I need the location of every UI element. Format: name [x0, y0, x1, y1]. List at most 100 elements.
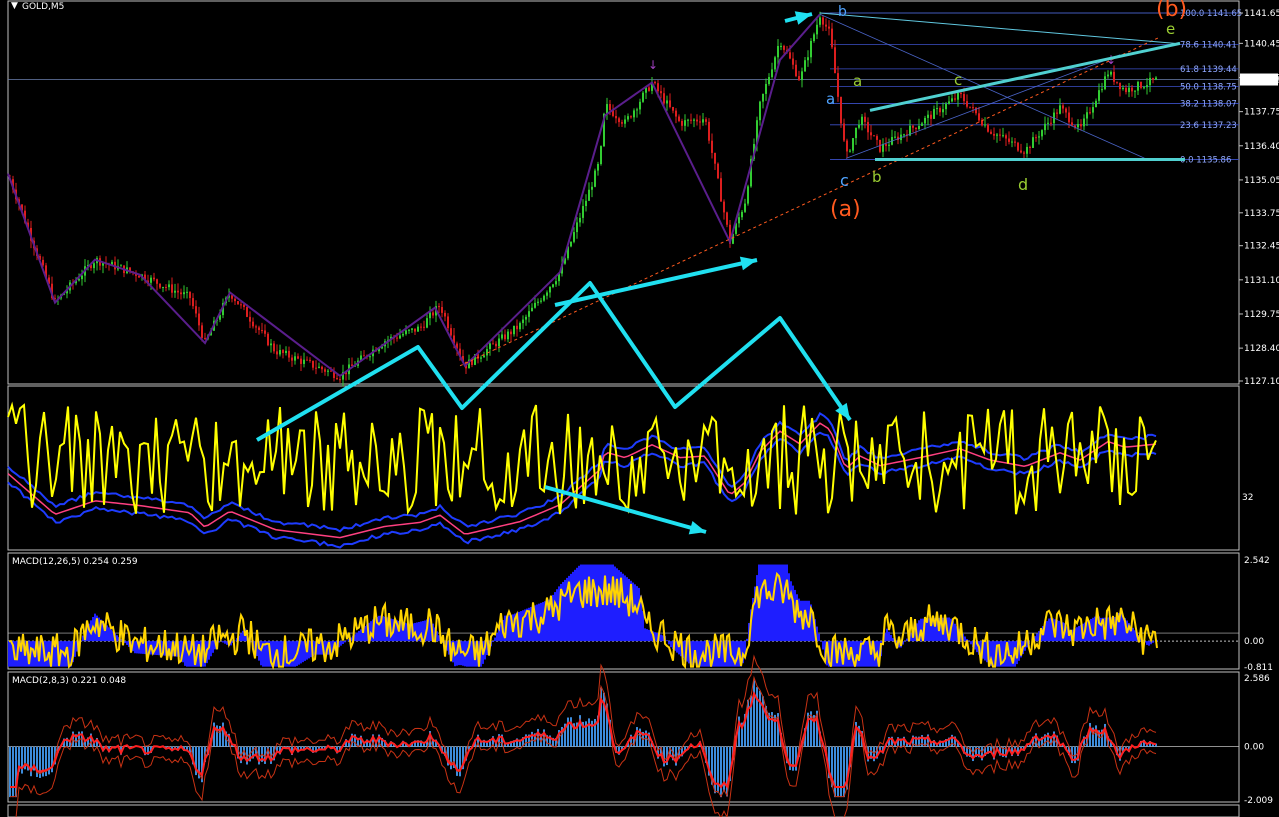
- candle-body: [963, 94, 965, 102]
- candle-body: [627, 116, 629, 120]
- candle-body: [510, 331, 512, 335]
- candle-body: [417, 326, 419, 332]
- macd-2-8-3-plot: [8, 654, 1239, 817]
- candle-body: [285, 350, 287, 354]
- candle-body: [273, 343, 275, 352]
- candle-body: [1119, 82, 1121, 90]
- candle-body: [1134, 90, 1136, 92]
- candle-body: [303, 359, 305, 364]
- candle-body: [579, 217, 581, 223]
- chart-root: ▼ GOLD,M5 100.0 1141.65 78.6 1140.41 61.8 …: [7, 0, 1279, 817]
- candle-body: [969, 106, 971, 108]
- candle-body: [591, 186, 593, 190]
- candle-body: [93, 263, 95, 269]
- candle-body: [831, 28, 833, 48]
- price-tick-label: 1140.45: [1244, 39, 1279, 49]
- candle-body: [609, 104, 611, 110]
- candle-body: [771, 69, 773, 78]
- candle-body: [1071, 122, 1073, 126]
- candle-body: [183, 292, 185, 295]
- candle-body: [369, 356, 371, 358]
- candle-body: [855, 127, 857, 139]
- candle-body: [915, 127, 917, 130]
- candle-body: [939, 108, 941, 113]
- candle-body: [174, 290, 176, 293]
- wave-label: b: [872, 168, 882, 186]
- candle-body: [873, 135, 875, 137]
- candle-body: [291, 357, 293, 361]
- candle-body: [813, 34, 815, 41]
- candle-body: [501, 334, 503, 339]
- candle-body: [525, 316, 527, 320]
- candle-body: [618, 118, 620, 123]
- candle-body: [960, 92, 962, 95]
- candle-body: [930, 114, 932, 119]
- candle-body: [186, 291, 188, 293]
- candle-body: [1056, 112, 1058, 114]
- candle-body: [723, 201, 725, 213]
- fib-level-label: 100.0 1141.65: [1180, 9, 1242, 19]
- macd2-title: MACD(2,8,3) 0.221 0.048: [12, 676, 126, 686]
- candle-body: [1092, 107, 1094, 113]
- candle-body: [861, 116, 863, 125]
- candle-body: [1029, 146, 1031, 148]
- candle-body: [78, 279, 80, 281]
- candle-body: [168, 284, 170, 288]
- candle-body: [1086, 112, 1088, 119]
- candle-body: [1032, 137, 1034, 148]
- macd1-tick-label: -0.811: [1244, 663, 1273, 673]
- candle-body: [309, 359, 311, 361]
- oscillator-tick-label: 32: [1242, 493, 1253, 503]
- candle-body: [261, 330, 263, 332]
- candles: [9, 11, 1157, 387]
- candle-body: [426, 318, 428, 328]
- wave-label: b: [838, 4, 847, 20]
- candle-body: [948, 101, 950, 104]
- candle-body: [156, 279, 158, 284]
- candle-body: [540, 300, 542, 302]
- candle-body: [720, 178, 722, 202]
- candle-body: [597, 163, 599, 171]
- candle-body: [279, 350, 281, 355]
- candle-body: [258, 327, 260, 331]
- candle-body: [585, 200, 587, 207]
- macd2-tick-label: -2.009: [1244, 796, 1273, 806]
- candle-body: [411, 328, 413, 330]
- candle-body: [636, 109, 638, 111]
- candle-body: [843, 123, 845, 141]
- candle-body: [678, 116, 680, 121]
- candle-body: [924, 117, 926, 124]
- candle-body: [1155, 77, 1157, 80]
- candle-body: [801, 71, 803, 81]
- candle-body: [396, 337, 398, 339]
- candle-body: [975, 107, 977, 114]
- candle-body: [1047, 122, 1049, 124]
- candle-body: [315, 367, 317, 369]
- candle-body: [783, 45, 785, 50]
- candle-body: [339, 379, 341, 381]
- candle-body: [243, 304, 245, 308]
- chart-title: GOLD,M5: [22, 2, 64, 12]
- dropdown-arrow-icon[interactable]: ▼: [11, 1, 18, 11]
- candle-body: [663, 93, 665, 104]
- candle-body: [252, 321, 254, 327]
- candle-body: [1095, 100, 1097, 108]
- bottom-panel-frame: [7, 804, 1240, 817]
- candle-body: [987, 124, 989, 132]
- candle-body: [576, 222, 578, 233]
- macd-12-26-5-plot: [8, 564, 1239, 670]
- candle-body: [1080, 124, 1082, 127]
- candle-body: [951, 98, 953, 102]
- price-tick-label: 1131.10: [1244, 276, 1279, 286]
- candle-body: [177, 290, 179, 293]
- candle-body: [654, 81, 656, 84]
- candle-body: [870, 132, 872, 136]
- candle-body: [840, 96, 842, 124]
- candle-body: [306, 359, 308, 361]
- candle-body: [570, 241, 572, 247]
- candle-body: [1116, 81, 1118, 83]
- candle-body: [297, 356, 299, 359]
- candle-body: [153, 277, 155, 280]
- fib-level-label: 23.6 1137.23: [1180, 121, 1237, 131]
- macd2-tick-label: 0.00: [1244, 743, 1264, 753]
